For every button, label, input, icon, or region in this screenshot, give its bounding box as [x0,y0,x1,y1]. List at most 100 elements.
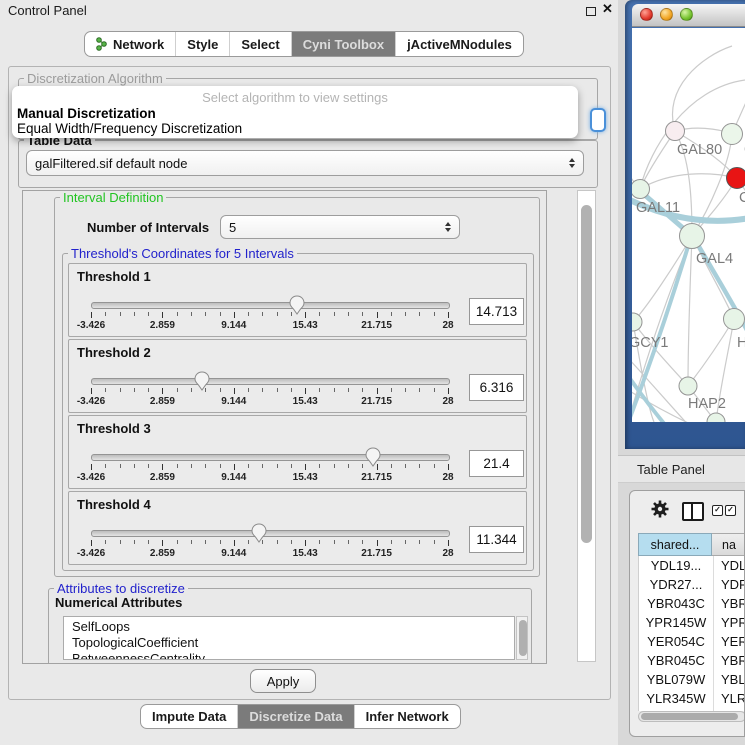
algorithm-popup-hint: Select algorithm to view settings [12,90,578,105]
threshold-slider-thumb[interactable] [194,371,210,391]
tab-infer-network[interactable]: Infer Network [355,705,460,728]
network-node[interactable] [727,168,745,189]
table-row[interactable]: YDL19...YDL1 [639,556,745,575]
table-cell-name: YLR3 [714,689,745,708]
threshold-panel: Threshold 2-3.4262.8599.14415.4321.71528… [68,339,527,413]
checkbox-icons[interactable]: ✓ ✓ [712,505,736,516]
close-traffic-light-icon[interactable] [640,8,653,21]
attributes-list-scrollbar[interactable] [516,616,528,660]
slider-tick [419,388,420,392]
float-window-icon[interactable] [586,7,596,16]
attribute-list-item[interactable]: BetweennessCentrality [64,651,514,660]
threshold-slider-thumb[interactable] [251,523,267,543]
algorithm-combobox-fragment[interactable] [590,108,606,132]
tab-network[interactable]: Network [85,32,176,56]
control-panel-tab-bar: Network Style Select Cyni Toolbox jActiv… [84,31,524,57]
tab-style[interactable]: Style [176,32,230,56]
slider-tick-label: 9.144 [221,548,246,559]
numerical-attributes-list[interactable]: SelfLoopsTopologicalCoefficientBetweenne… [63,616,515,660]
algorithm-option-manual[interactable]: Manual Discretization [17,106,156,121]
table-row[interactable]: YBL079WYBL0 [639,670,745,689]
network-node[interactable] [666,122,685,141]
table-row[interactable]: YBR043CYBR0 [639,594,745,613]
panel-vertical-scrollbar[interactable] [577,190,596,662]
threshold-value-field[interactable]: 14.713 [469,298,524,325]
table-cell-name: YER0 [714,632,745,651]
slider-tick [105,464,106,468]
threshold-slider-track[interactable] [91,302,450,309]
apply-button[interactable]: Apply [250,669,316,693]
table-data-combobox[interactable]: galFiltered.sif default node [26,150,584,176]
tab-label: Network [113,37,164,52]
slider-tick [362,388,363,392]
tab-discretize-data[interactable]: Discretize Data [238,705,354,728]
network-node[interactable] [632,180,650,199]
close-icon[interactable]: ✕ [602,1,613,17]
threshold-value-field[interactable]: 11.344 [469,526,524,553]
table-horizontal-scrollbar[interactable] [638,711,745,722]
table-row[interactable]: YDR27...YDR2 [639,575,745,594]
attribute-list-item[interactable]: SelfLoops [64,619,514,635]
network-edge[interactable] [688,319,734,386]
threshold-slider-thumb[interactable] [365,447,381,467]
slider-tick [434,540,435,544]
table-row[interactable]: YPR145WYPR1 [639,613,745,632]
scrollbar-thumb[interactable] [519,620,527,656]
slider-tick [205,464,206,468]
slider-tick [220,464,221,468]
tab-cyni-toolbox[interactable]: Cyni Toolbox [292,32,396,56]
attribute-list-item[interactable]: TopologicalCoefficient [64,635,514,651]
combobox-spinner-icon[interactable] [445,222,451,232]
scrollbar-thumb[interactable] [581,205,592,543]
combobox-spinner-icon[interactable] [569,158,575,168]
slider-tick [419,464,420,468]
threshold-value-field[interactable]: 21.4 [469,450,524,477]
column-header-shared-name[interactable]: shared... [638,533,712,556]
tab-impute-data[interactable]: Impute Data [141,705,238,728]
number-of-intervals-combobox[interactable]: 5 [220,215,460,239]
threshold-slider-track[interactable] [91,454,450,461]
slider-tick [277,464,278,468]
slider-tick [391,464,392,468]
zoom-traffic-light-icon[interactable] [680,8,693,21]
network-edge[interactable] [672,46,732,131]
slider-tick [134,388,135,392]
table-header-row: shared... na [638,533,745,556]
slider-tick [348,540,349,544]
threshold-slider-track[interactable] [91,530,450,537]
tab-jactivemnodules[interactable]: jActiveMNodules [396,32,523,56]
table-row[interactable]: YLR345WYLR3 [639,689,745,708]
network-edge[interactable] [633,236,692,322]
table-cell-name: YBR0 [714,651,745,670]
column-header-name[interactable]: na [712,533,745,556]
network-node[interactable] [680,224,705,249]
gear-icon[interactable] [650,499,670,519]
slider-tick [448,312,449,318]
slider-tick [305,540,306,546]
network-canvas[interactable]: GAL80GACGAL11GAL4GCY1HHAP2 [632,28,745,422]
slider-tick [234,464,235,470]
table-row[interactable]: YER054CYER0 [639,632,745,651]
threshold-slider-track[interactable] [91,378,450,385]
network-window-titlebar[interactable] [632,4,745,27]
network-node[interactable] [679,377,697,395]
minimize-traffic-light-icon[interactable] [660,8,673,21]
slider-tick [248,388,249,392]
algorithm-option-equal-width[interactable]: Equal Width/Frequency Discretization [17,121,242,136]
network-edge[interactable] [688,236,692,386]
threshold-value-field[interactable]: 6.316 [469,374,524,401]
discretization-algorithm-label: Discretization Algorithm [24,71,166,86]
network-node[interactable] [724,309,745,330]
tab-select[interactable]: Select [230,32,291,56]
threshold-slider-thumb[interactable] [289,295,305,315]
table-row[interactable]: YBR045CYBR0 [639,651,745,670]
slider-tick-label: 21.715 [361,548,392,559]
network-node[interactable] [722,124,743,145]
slider-tick [177,312,178,316]
table-panel-titlebar: Table Panel [618,455,745,483]
network-node[interactable] [632,313,642,331]
slider-tick-label: -3.426 [77,548,105,559]
scrollbar-thumb[interactable] [641,713,738,720]
split-columns-icon[interactable] [682,502,704,521]
slider-tick [434,464,435,468]
